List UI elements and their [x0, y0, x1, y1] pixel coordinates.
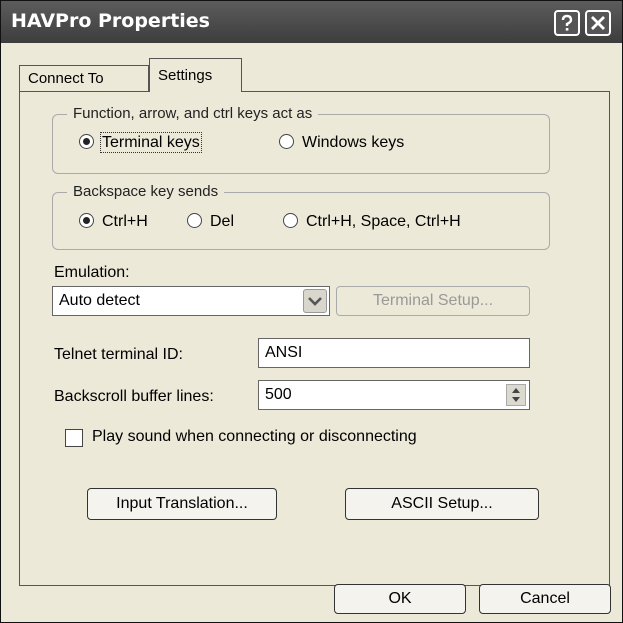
radio-ctrl-h-label: Ctrl+H	[102, 213, 148, 230]
window-title: HAVPro Properties	[11, 10, 210, 32]
backspace-group-legend: Backspace key sends	[67, 183, 225, 200]
radio-del[interactable]: Del	[187, 213, 234, 231]
properties-dialog: HAVPro Properties Connect To Settings Fu…	[0, 0, 623, 623]
radio-ctrl-h[interactable]: Ctrl+H	[79, 213, 148, 231]
cancel-button[interactable]: Cancel	[479, 584, 611, 614]
ascii-setup-button[interactable]: ASCII Setup...	[345, 488, 539, 520]
input-translation-button[interactable]: Input Translation...	[87, 488, 277, 520]
terminal-setup-button[interactable]: Terminal Setup...	[336, 286, 530, 316]
radio-ctrl-h-space[interactable]: Ctrl+H, Space, Ctrl+H	[283, 213, 461, 231]
backscroll-label: Backscroll buffer lines:	[54, 388, 214, 405]
keys-group: Function, arrow, and ctrl keys act as Te…	[52, 105, 550, 174]
emulation-select[interactable]: Auto detect	[52, 286, 330, 316]
close-icon	[591, 16, 605, 30]
keys-group-legend: Function, arrow, and ctrl keys act as	[67, 105, 319, 122]
settings-panel: Function, arrow, and ctrl keys act as Te…	[19, 91, 610, 586]
tab-settings[interactable]: Settings	[149, 58, 242, 92]
radio-terminal-keys[interactable]: Terminal keys	[79, 132, 202, 153]
radio-del-indicator	[187, 213, 202, 228]
radio-windows-keys-label: Windows keys	[302, 134, 405, 151]
radio-windows-keys[interactable]: Windows keys	[279, 134, 404, 152]
ok-button[interactable]: OK	[334, 584, 466, 614]
title-bar[interactable]: HAVPro Properties	[1, 1, 622, 43]
radio-ctrl-h-space-label: Ctrl+H, Space, Ctrl+H	[306, 213, 461, 230]
tab-settings-label: Settings	[158, 67, 213, 84]
tab-connect-to[interactable]: Connect To	[19, 65, 149, 91]
radio-ctrl-h-space-indicator	[283, 213, 298, 228]
backscroll-input[interactable]: 500	[258, 380, 530, 410]
radio-windows-keys-indicator	[279, 134, 294, 149]
help-icon	[561, 14, 573, 31]
radio-terminal-keys-indicator	[79, 134, 94, 149]
dropdown-arrow[interactable]	[303, 289, 327, 313]
spinner-arrows-icon	[512, 388, 520, 402]
emulation-label: Emulation:	[54, 264, 130, 281]
emulation-value: Auto detect	[59, 292, 140, 309]
backscroll-spinner[interactable]	[506, 384, 526, 406]
close-button[interactable]	[585, 10, 611, 36]
radio-terminal-keys-label: Terminal keys	[100, 132, 202, 153]
telnet-label: Telnet terminal ID:	[54, 346, 183, 363]
backspace-group: Backspace key sends Ctrl+H Del Ctrl+H, S…	[52, 183, 550, 250]
telnet-terminal-id-input[interactable]: ANSI	[258, 338, 530, 368]
help-button[interactable]	[554, 10, 580, 36]
play-sound-label: Play sound when connecting or disconnect…	[92, 428, 417, 445]
radio-ctrl-h-indicator	[79, 213, 94, 228]
backscroll-value: 500	[265, 386, 292, 403]
play-sound-checkbox[interactable]	[65, 429, 83, 447]
radio-del-label: Del	[210, 213, 235, 230]
chevron-down-icon	[308, 297, 322, 306]
